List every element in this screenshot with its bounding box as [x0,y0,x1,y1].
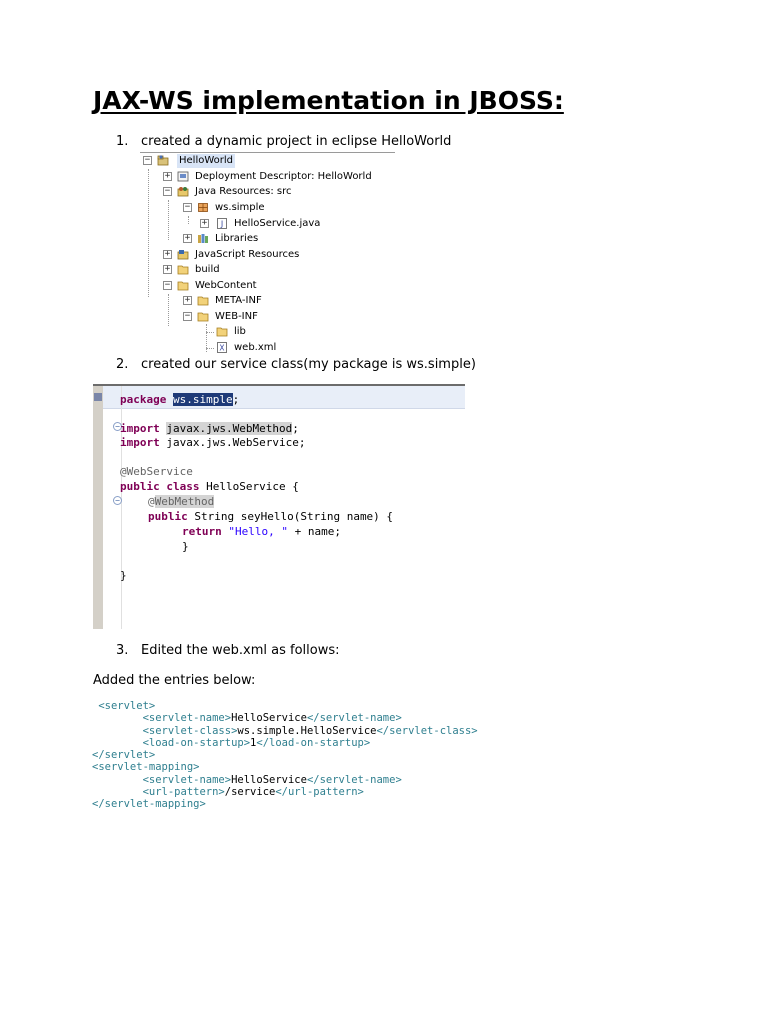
tree-item-label: META-INF [215,295,262,306]
document-title: JAX-WS implementation in JBOSS: [93,86,564,115]
xml-line: <servlet-mapping> [92,761,200,774]
tree-item-label: ws.simple [215,202,265,213]
tree-item-label: web.xml [234,342,277,353]
code-line-close-method: } [182,540,189,553]
step-2: 2. created our service class(my package i… [116,357,476,372]
tree-item-label: WEB-INF [215,311,258,322]
tree-item-label: WebContent [195,280,257,291]
editor-gutter [93,386,103,629]
expand-icon[interactable]: + [163,172,172,181]
tree-item-label: lib [234,326,246,337]
fold-collapse-icon[interactable]: − [113,496,122,505]
tree-item-label: Deployment Descriptor: HelloWorld [195,171,372,182]
project-explorer-tree: − HelloWorld + Deployment Descriptor: He… [140,152,402,357]
folder-icon [216,327,228,337]
expand-icon[interactable]: + [183,296,192,305]
step-2-text: created our service class(my package is … [141,357,476,372]
xml-line: <load-on-startup>1</load-on-startup> [142,736,371,749]
collapse-icon[interactable]: − [183,312,192,321]
svg-text:X: X [219,344,224,353]
step-3-text: Edited the web.xml as follows: [141,643,340,658]
expand-icon[interactable]: + [163,265,172,274]
xml-file-icon: X [217,342,227,353]
tree-item-label: HelloService.java [234,218,321,229]
code-line-class-declaration: public class HelloService { [120,480,299,493]
code-line-import-2: import javax.jws.WebService; [120,436,306,449]
step-2-number: 2. [116,357,129,372]
web-xml-snippet: <servlet> <servlet-name>HelloService</se… [92,700,478,811]
tree-item-label: build [195,264,220,275]
xml-line: </servlet> [92,749,156,762]
tree-item-label: JavaScript Resources [195,249,300,260]
folder-icon [197,296,209,306]
java-code-editor[interactable]: package ws.simple; − import javax.jws.We… [93,384,465,629]
tree-item-label: Java Resources: src [195,186,292,197]
deployment-descriptor-icon [177,171,189,182]
xml-line: <servlet-name>HelloService</servlet-name… [142,773,402,786]
step-3: 3. Edited the web.xml as follows: [116,643,340,658]
project-icon [157,155,169,166]
folder-icon [197,312,209,322]
svg-text:J: J [220,220,223,229]
code-line-close-class: } [120,569,127,582]
code-line-package: package ws.simple; [120,393,240,406]
libraries-icon [198,234,208,243]
step-1: 1. created a dynamic project in eclipse H… [116,134,451,149]
folder-icon [177,265,189,275]
collapse-icon[interactable]: − [163,187,172,196]
marker-icon [94,393,102,401]
xml-line: </servlet-mapping> [92,798,206,811]
xml-line: <servlet> [98,700,156,712]
tree-item-label: Libraries [215,233,259,244]
package-icon [198,203,208,212]
expand-icon[interactable]: + [183,234,192,243]
xml-line: <servlet-class>ws.simple.HelloService</s… [142,724,478,737]
code-line-return: return "Hello, " + name; [182,525,341,538]
code-line-annotation-webmethod: @WebMethod [148,495,215,508]
collapse-icon[interactable]: − [183,203,192,212]
step-3-number: 3. [116,643,129,658]
xml-line: <url-pattern>/service</url-pattern> [142,786,364,799]
expand-icon[interactable]: + [163,250,172,259]
collapse-icon[interactable]: − [143,156,152,165]
java-file-icon: J [217,218,227,229]
xml-line: <servlet-name>HelloService</servlet-name… [142,712,402,725]
step-1-text: created a dynamic project in eclipse Hel… [141,134,452,149]
expand-icon[interactable]: + [200,219,209,228]
tree-top-border [140,152,395,153]
code-line-method-declaration: public String seyHello(String name) { [148,510,394,523]
code-line-import-1: import javax.jws.WebMethod; [120,422,299,435]
java-resources-icon [177,187,189,197]
code-line-annotation-webservice: @WebService [120,465,193,478]
javascript-resources-icon [177,250,189,260]
paragraph-added-entries: Added the entries below: [93,673,256,688]
folder-icon [177,281,189,291]
collapse-icon[interactable]: − [163,281,172,290]
tree-item-label: HelloWorld [177,154,236,168]
step-1-number: 1. [116,134,129,149]
